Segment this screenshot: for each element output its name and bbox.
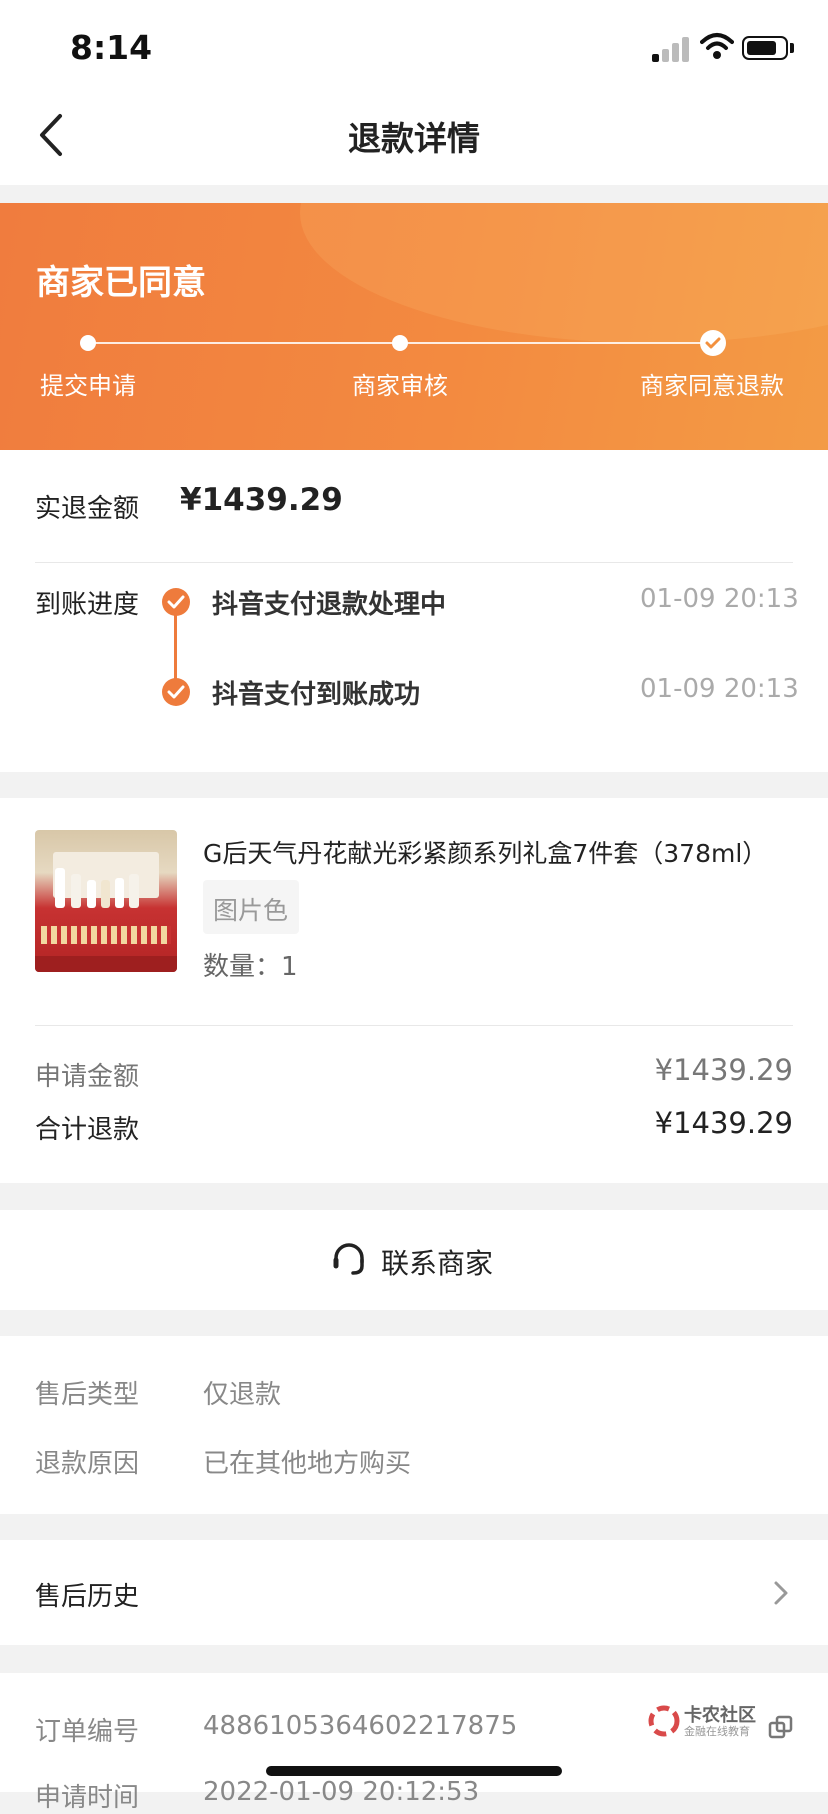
timeline-item-text: 抖音支付到账成功: [212, 680, 421, 710]
timeline-item-time: 01-09 20:13: [640, 674, 799, 704]
page-title: 退款详情: [348, 119, 480, 158]
status-time: 8:14: [70, 28, 153, 67]
refund-status-title: 商家已同意: [36, 263, 206, 303]
watermark-logo-icon: [648, 1705, 680, 1737]
product-spec-tag: 图片色: [203, 880, 299, 934]
chevron-right-icon: [774, 1581, 788, 1605]
step-label-submit: 提交申请: [40, 372, 136, 400]
watermark-subtext: 金融在线教育: [684, 1725, 750, 1738]
product-name: G后天气丹花献光彩紧颜系列礼盒7件套（378ml）: [203, 839, 768, 868]
timeline-item-text: 抖音支付退款处理中: [212, 590, 447, 620]
step-dot-review: [392, 335, 408, 351]
refund-reason-value: 已在其他地方购买: [203, 1449, 412, 1479]
refund-amount-card: 实退金额 ¥1439.29 到账进度 抖音支付退款处理中 01-09 20:13…: [0, 450, 828, 772]
divider: [35, 1025, 793, 1026]
wifi-icon: [700, 33, 734, 59]
check-icon: [162, 588, 190, 616]
apply-amount-value: ¥1439.29: [654, 1053, 793, 1087]
total-refund-label: 合计退款: [35, 1115, 140, 1145]
watermark: 卡农社区 金融在线教育: [648, 1701, 798, 1741]
apply-amount-label: 申请金额: [35, 1062, 140, 1092]
aftersale-type-value: 仅退款: [203, 1380, 282, 1410]
check-icon: [162, 678, 190, 706]
refund-status-banner: 商家已同意 提交申请 商家审核 商家同意退款: [0, 203, 828, 450]
step-label-agree: 商家同意退款: [640, 372, 784, 400]
apply-time-value: 2022-01-09 20:12:53: [203, 1777, 480, 1807]
aftersale-history-row[interactable]: 售后历史: [0, 1540, 828, 1645]
step-label-review: 商家审核: [352, 372, 448, 400]
nav-bar: 退款详情: [0, 90, 828, 185]
progress-label: 到账进度: [35, 590, 140, 620]
banner-decoration: [300, 203, 828, 343]
divider: [35, 562, 793, 563]
apply-time-label: 申请时间: [35, 1783, 140, 1813]
aftersale-info-card: 售后类型 仅退款 退款原因 已在其他地方购买: [0, 1336, 828, 1514]
home-indicator[interactable]: [266, 1766, 562, 1776]
refund-amount-label: 实退金额: [35, 494, 140, 524]
copy-icon: [768, 1715, 793, 1739]
step-check-icon: [700, 330, 726, 356]
contact-merchant-button[interactable]: 联系商家: [0, 1210, 828, 1310]
total-refund-value: ¥1439.29: [654, 1106, 793, 1140]
aftersale-type-label: 售后类型: [35, 1380, 140, 1410]
battery-tip: [790, 43, 794, 53]
product-card: G后天气丹花献光彩紧颜系列礼盒7件套（378ml） 图片色 数量：1 申请金额 …: [0, 798, 828, 1183]
status-bar: 8:14: [0, 0, 828, 90]
order-number-label: 订单编号: [35, 1717, 140, 1747]
contact-merchant-label: 联系商家: [381, 1247, 494, 1280]
product-spec: 图片色: [213, 896, 289, 925]
cellular-signal-icon: [652, 36, 692, 62]
battery-icon: [742, 36, 788, 60]
headset-icon: [333, 1243, 364, 1275]
step-dot-submit: [80, 335, 96, 351]
timeline-item-time: 01-09 20:13: [640, 584, 799, 614]
refund-amount-value: ¥1439.29: [180, 482, 343, 518]
order-number-value: 4886105364602217875: [203, 1711, 518, 1741]
product-image[interactable]: [35, 830, 177, 972]
refund-reason-label: 退款原因: [35, 1449, 140, 1479]
product-quantity: 数量：1: [203, 952, 298, 982]
aftersale-history-label: 售后历史: [35, 1582, 140, 1612]
